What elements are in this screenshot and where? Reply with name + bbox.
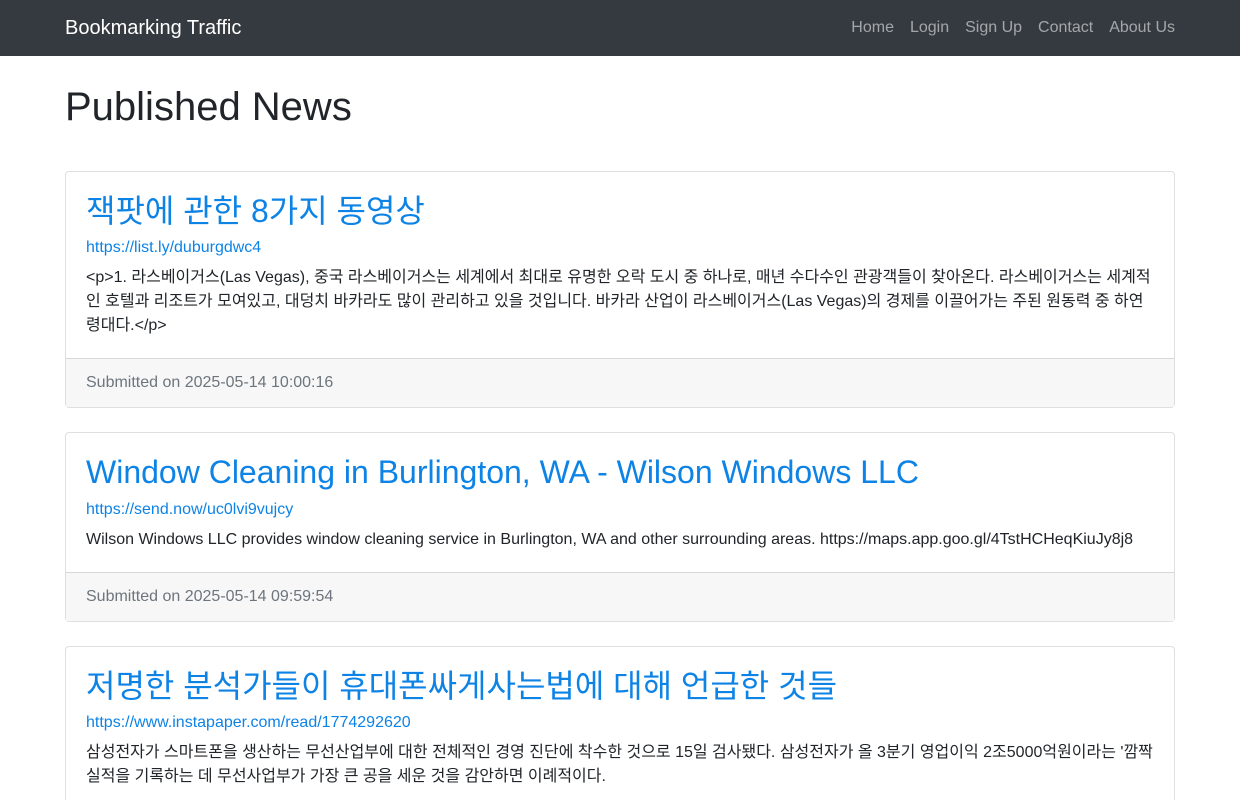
news-card-footer: Submitted on 2025-05-14 10:00:16 [66, 358, 1174, 408]
page-title: Published News [65, 85, 352, 129]
nav-link-contact[interactable]: Contact [1030, 20, 1101, 36]
news-url-link[interactable]: https://www.instapaper.com/read/17742926… [86, 713, 1154, 733]
nav-links: Home Login Sign Up Contact About Us [843, 20, 1183, 36]
news-title-link[interactable]: Window Cleaning in Burlington, WA - Wils… [86, 453, 1154, 491]
submitted-timestamp: Submitted on 2025-05-14 10:00:16 [86, 374, 334, 392]
news-card-body: 저명한 분석가들이 휴대폰싸게사는법에 대해 언급한 것들 https://ww… [66, 647, 1174, 800]
nav-link-sign-up[interactable]: Sign Up [957, 20, 1030, 36]
nav-link-home[interactable]: Home [843, 20, 902, 36]
news-title-link[interactable]: 저명한 분석가들이 휴대폰싸게사는법에 대해 언급한 것들 [86, 667, 1154, 705]
news-description: <p>1. 라스베이거스(Las Vegas), 중국 라스베이거스는 세계에서… [86, 269, 1151, 335]
news-card: Window Cleaning in Burlington, WA - Wils… [65, 432, 1175, 622]
news-description: 삼성전자가 스마트폰을 생산하는 무선산업부에 대한 전체적인 경영 진단에 착… [86, 744, 1153, 786]
news-card: 잭팟에 관한 8가지 동영상 https://list.ly/duburgdwc… [65, 171, 1175, 409]
news-card-footer: Submitted on 2025-05-14 09:59:54 [66, 571, 1174, 621]
news-url-link[interactable]: https://send.now/uc0lvi9vujcy [86, 500, 1154, 520]
nav-link-login[interactable]: Login [902, 20, 957, 36]
news-card: 저명한 분석가들이 휴대폰싸게사는법에 대해 언급한 것들 https://ww… [65, 645, 1175, 800]
submitted-timestamp: Submitted on 2025-05-14 09:59:54 [86, 587, 334, 605]
news-card-body: 잭팟에 관한 8가지 동영상 https://list.ly/duburgdwc… [66, 172, 1174, 358]
main-content: Published News 잭팟에 관한 8가지 동영상 https://li… [0, 83, 1240, 800]
brand-link[interactable]: Bookmarking Traffic [65, 18, 241, 38]
news-card-body: Window Cleaning in Burlington, WA - Wils… [66, 433, 1174, 571]
news-list: 잭팟에 관한 8가지 동영상 https://list.ly/duburgdwc… [65, 171, 1175, 800]
news-url-link[interactable]: https://list.ly/duburgdwc4 [86, 238, 1154, 258]
nav-link-about-us[interactable]: About Us [1101, 20, 1183, 36]
news-title-link[interactable]: 잭팟에 관한 8가지 동영상 [86, 192, 1154, 230]
navbar: Bookmarking Traffic Home Login Sign Up C… [0, 0, 1240, 56]
news-description: Wilson Windows LLC provides window clean… [86, 530, 1134, 548]
